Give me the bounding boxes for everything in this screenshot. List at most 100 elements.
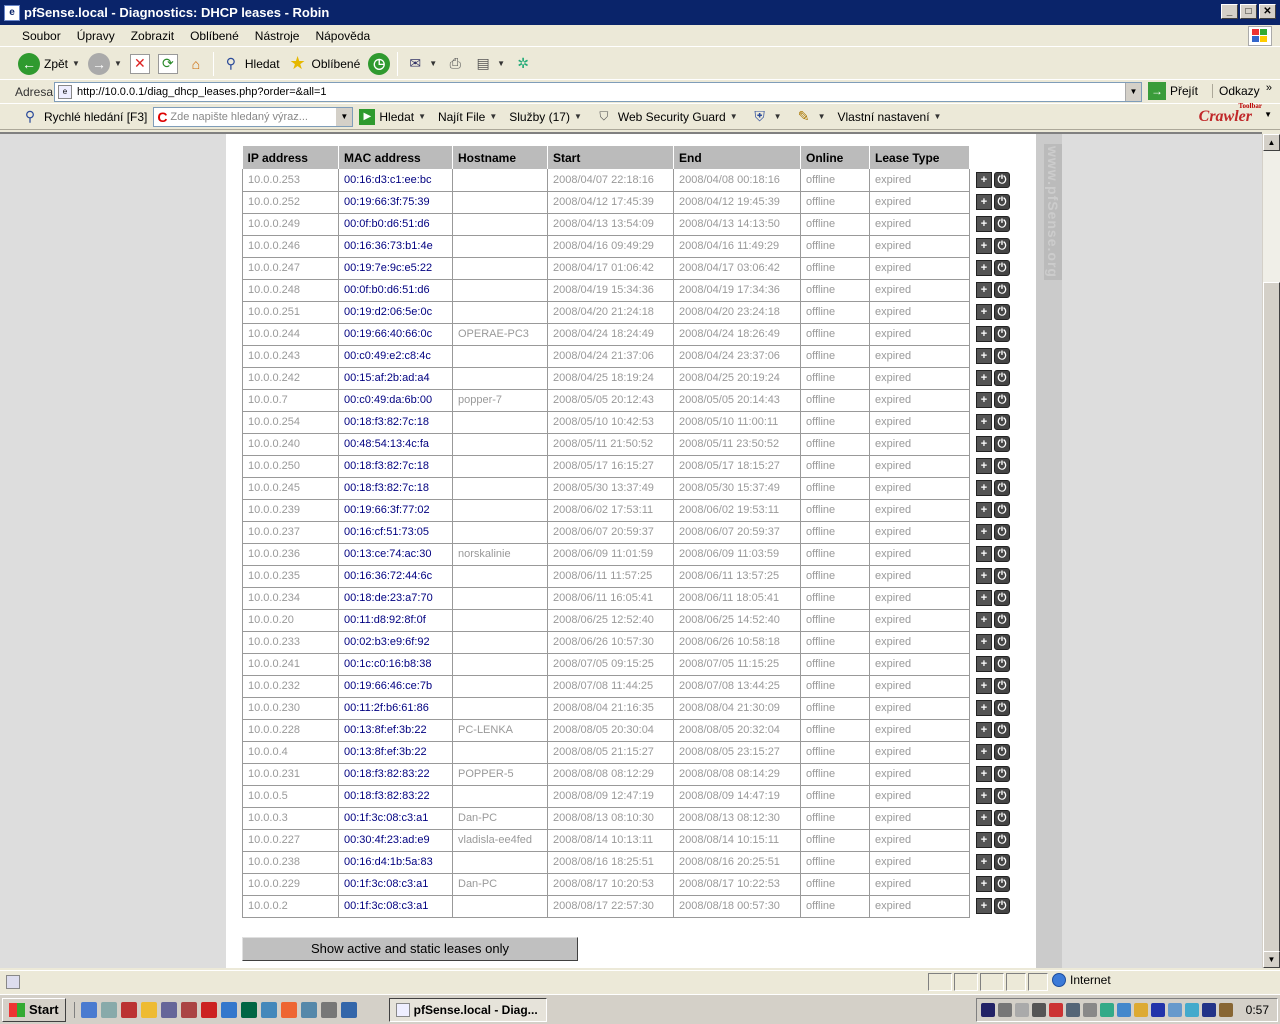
- add-static-mapping-icon[interactable]: +: [976, 502, 992, 518]
- back-button[interactable]: ← Zpět ▼: [14, 50, 84, 78]
- wake-on-lan-icon[interactable]: ⏻: [994, 568, 1010, 584]
- tool-icon[interactable]: [300, 1001, 317, 1018]
- folder-icon[interactable]: [140, 1001, 157, 1018]
- tray-icon[interactable]: [981, 1003, 995, 1017]
- show-active-static-button[interactable]: Show active and static leases only: [242, 937, 578, 961]
- add-static-mapping-icon[interactable]: +: [976, 568, 992, 584]
- add-static-mapping-icon[interactable]: +: [976, 854, 992, 870]
- wake-on-lan-icon[interactable]: ⏻: [994, 194, 1010, 210]
- add-static-mapping-icon[interactable]: +: [976, 216, 992, 232]
- stop-button[interactable]: ✕: [126, 50, 154, 78]
- add-static-mapping-icon[interactable]: +: [976, 238, 992, 254]
- add-static-mapping-icon[interactable]: +: [976, 590, 992, 606]
- wake-on-lan-icon[interactable]: ⏻: [994, 744, 1010, 760]
- col-lease-type[interactable]: Lease Type: [869, 146, 970, 169]
- home-button[interactable]: ⌂: [182, 50, 210, 78]
- col-end[interactable]: End: [673, 146, 801, 169]
- go-button[interactable]: → Přejít: [1148, 82, 1198, 100]
- wake-on-lan-icon[interactable]: ⏻: [994, 216, 1010, 232]
- favorites-button[interactable]: ★ Oblíbené: [284, 50, 365, 78]
- menu-favorites[interactable]: Oblíbené: [182, 26, 247, 46]
- wake-on-lan-icon[interactable]: ⏻: [994, 810, 1010, 826]
- add-static-mapping-icon[interactable]: +: [976, 282, 992, 298]
- custom-settings-button[interactable]: Vlastní nastavení ▼: [831, 110, 947, 124]
- minimize-button[interactable]: _: [1221, 4, 1238, 19]
- col-ip-address[interactable]: IP address: [242, 146, 339, 169]
- add-static-mapping-icon[interactable]: +: [976, 700, 992, 716]
- wake-on-lan-icon[interactable]: ⏻: [994, 524, 1010, 540]
- wake-on-lan-icon[interactable]: ⏻: [994, 480, 1010, 496]
- add-static-mapping-icon[interactable]: +: [976, 194, 992, 210]
- add-static-mapping-icon[interactable]: +: [976, 304, 992, 320]
- menu-help[interactable]: Nápověda: [307, 26, 378, 46]
- browser-icon[interactable]: [260, 1001, 277, 1018]
- add-static-mapping-icon[interactable]: +: [976, 436, 992, 452]
- wake-on-lan-icon[interactable]: ⏻: [994, 876, 1010, 892]
- firefox-icon[interactable]: [280, 1001, 297, 1018]
- wake-on-lan-icon[interactable]: ⏻: [994, 546, 1010, 562]
- wake-on-lan-icon[interactable]: ⏻: [994, 590, 1010, 606]
- wake-on-lan-icon[interactable]: ⏻: [994, 634, 1010, 650]
- tray-icon[interactable]: [1134, 1003, 1148, 1017]
- wake-on-lan-icon[interactable]: ⏻: [994, 502, 1010, 518]
- search-button[interactable]: ⚲ Hledat: [217, 50, 284, 78]
- print-button[interactable]: ⎙: [441, 50, 469, 78]
- add-static-mapping-icon[interactable]: +: [976, 546, 992, 562]
- find-file-button[interactable]: Najít File ▼: [432, 110, 503, 124]
- nero-icon[interactable]: [240, 1001, 257, 1018]
- maximize-button[interactable]: □: [1240, 4, 1257, 19]
- add-static-mapping-icon[interactable]: +: [976, 348, 992, 364]
- wake-on-lan-icon[interactable]: ⏻: [994, 722, 1010, 738]
- wake-on-lan-icon[interactable]: ⏻: [994, 656, 1010, 672]
- wake-on-lan-icon[interactable]: ⏻: [994, 238, 1010, 254]
- tray-icon[interactable]: [1015, 1003, 1029, 1017]
- wake-on-lan-icon[interactable]: ⏻: [994, 172, 1010, 188]
- tray-icon[interactable]: [1100, 1003, 1114, 1017]
- history-button[interactable]: ◷: [364, 50, 394, 78]
- wake-on-lan-icon[interactable]: ⏻: [994, 326, 1010, 342]
- explorer-icon[interactable]: [340, 1001, 357, 1018]
- scroll-up-button[interactable]: ▲: [1263, 134, 1280, 151]
- start-button[interactable]: Start: [2, 997, 66, 1022]
- col-start[interactable]: Start: [547, 146, 674, 169]
- add-static-mapping-icon[interactable]: +: [976, 744, 992, 760]
- wake-on-lan-icon[interactable]: ⏻: [994, 898, 1010, 914]
- tray-icon[interactable]: [1117, 1003, 1131, 1017]
- desktop-icon[interactable]: [100, 1001, 117, 1018]
- wake-on-lan-icon[interactable]: ⏻: [994, 678, 1010, 694]
- add-static-mapping-icon[interactable]: +: [976, 722, 992, 738]
- tray-icon[interactable]: [1185, 1003, 1199, 1017]
- add-static-mapping-icon[interactable]: +: [976, 612, 992, 628]
- security-shield-button[interactable]: ⛨ ▼: [744, 107, 788, 127]
- add-static-mapping-icon[interactable]: +: [976, 392, 992, 408]
- tray-icon[interactable]: [1032, 1003, 1046, 1017]
- address-url[interactable]: http://10.0.0.1/diag_dhcp_leases.php?ord…: [77, 86, 327, 98]
- add-static-mapping-icon[interactable]: +: [976, 458, 992, 474]
- bluetooth-icon[interactable]: [1202, 1003, 1216, 1017]
- tray-icon[interactable]: [1151, 1003, 1165, 1017]
- tray-icon[interactable]: [1219, 1003, 1233, 1017]
- refresh-button[interactable]: ⟳: [154, 50, 182, 78]
- wake-on-lan-icon[interactable]: ⏻: [994, 348, 1010, 364]
- wake-on-lan-icon[interactable]: ⏻: [994, 832, 1010, 848]
- menu-tools[interactable]: Nástroje: [247, 26, 308, 46]
- col-mac-address[interactable]: MAC address: [338, 146, 453, 169]
- wake-on-lan-icon[interactable]: ⏻: [994, 458, 1010, 474]
- add-static-mapping-icon[interactable]: +: [976, 370, 992, 386]
- crawler-logo[interactable]: Crawler Toolbar: [1199, 102, 1262, 126]
- wake-on-lan-icon[interactable]: ⏻: [994, 612, 1010, 628]
- wake-on-lan-icon[interactable]: ⏻: [994, 282, 1010, 298]
- mail-button[interactable]: ✉ ▼: [401, 50, 441, 78]
- add-static-mapping-icon[interactable]: +: [976, 788, 992, 804]
- tray-icon[interactable]: [1168, 1003, 1182, 1017]
- web-security-guard-button[interactable]: ⛉ Web Security Guard ▼: [588, 107, 744, 127]
- messenger-button[interactable]: ✲: [509, 50, 537, 78]
- crawler-search-button[interactable]: ▶ Hledat ▼: [353, 108, 432, 125]
- address-dropdown-button[interactable]: ▼: [1125, 83, 1141, 101]
- add-static-mapping-icon[interactable]: +: [976, 480, 992, 496]
- vertical-scrollbar[interactable]: ▲ ▼: [1262, 134, 1280, 968]
- quick-search-button[interactable]: ⚲ Rychlé hledání [F3]: [14, 107, 153, 127]
- app-icon[interactable]: [180, 1001, 197, 1018]
- menu-view[interactable]: Zobrazit: [123, 26, 182, 46]
- menu-edit[interactable]: Úpravy: [69, 26, 123, 46]
